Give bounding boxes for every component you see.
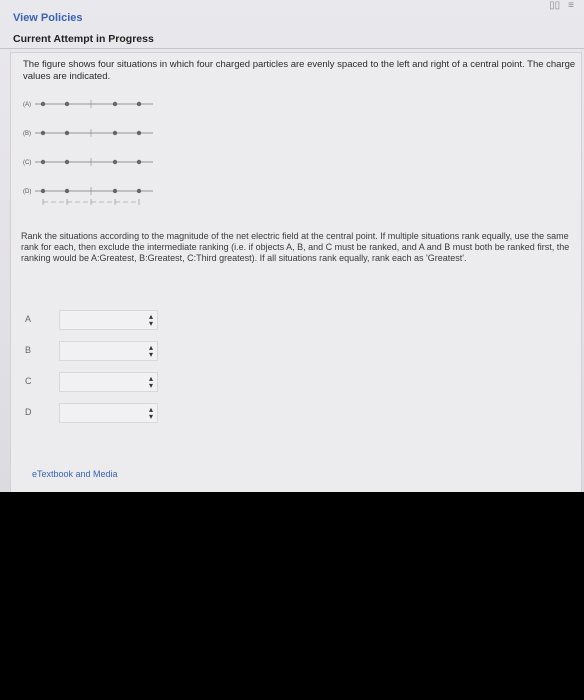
situation-a: (A) (23, 100, 153, 108)
view-policies-link[interactable]: View Policies (13, 12, 83, 24)
figure-label: (A) (23, 102, 31, 108)
dropdown-arrows-icon: ▴ ▾ (148, 374, 153, 390)
menu-icon[interactable]: ≡ (568, 0, 574, 11)
situation-b: (B) (23, 129, 153, 137)
answer-row-d: D ▴ ▾ (21, 403, 161, 423)
situation-c: (C) (23, 158, 153, 166)
spacing-scale (42, 199, 140, 205)
question-panel: The figure shows four situations in whic… (10, 52, 582, 492)
dropdown-arrows-icon: ▴ ▾ (148, 343, 153, 359)
answer-row-a: A ▴ ▾ (21, 310, 161, 330)
charges-figure: (A) (B) (C) (D) (23, 100, 153, 205)
answer-row-c: C ▴ ▾ (21, 372, 161, 392)
question-intro: The figure shows four situations in whic… (23, 59, 576, 82)
answer-label: B (25, 345, 32, 355)
screen: ▯▯ ≡ View Policies Current Attempt in Pr… (0, 0, 584, 492)
figure-label: (B) (23, 131, 31, 137)
answer-label: D (25, 407, 32, 417)
etextbook-media-link[interactable]: eTextbook and Media (32, 469, 118, 479)
answer-label: C (25, 376, 32, 386)
rank-select-d[interactable]: ▴ ▾ (59, 403, 158, 423)
dropdown-arrows-icon: ▴ ▾ (148, 405, 153, 421)
answer-row-b: B ▴ ▾ (21, 341, 161, 361)
divider (0, 48, 584, 49)
figure-label: (D) (23, 189, 31, 195)
top-right-controls: ▯▯ ≡ (549, 0, 574, 14)
attempt-status: Current Attempt in Progress (13, 33, 154, 45)
rank-select-b[interactable]: ▴ ▾ (59, 341, 158, 361)
toolbar-icon[interactable]: ▯▯ (549, 0, 560, 11)
rank-select-a[interactable]: ▴ ▾ (59, 310, 158, 330)
answer-label: A (25, 314, 32, 324)
rank-select-c[interactable]: ▴ ▾ (59, 372, 158, 392)
dropdown-arrows-icon: ▴ ▾ (148, 312, 153, 328)
situation-d: (D) (23, 187, 153, 195)
figure-label: (C) (23, 160, 31, 166)
rank-instructions: Rank the situations according to the mag… (21, 231, 570, 263)
